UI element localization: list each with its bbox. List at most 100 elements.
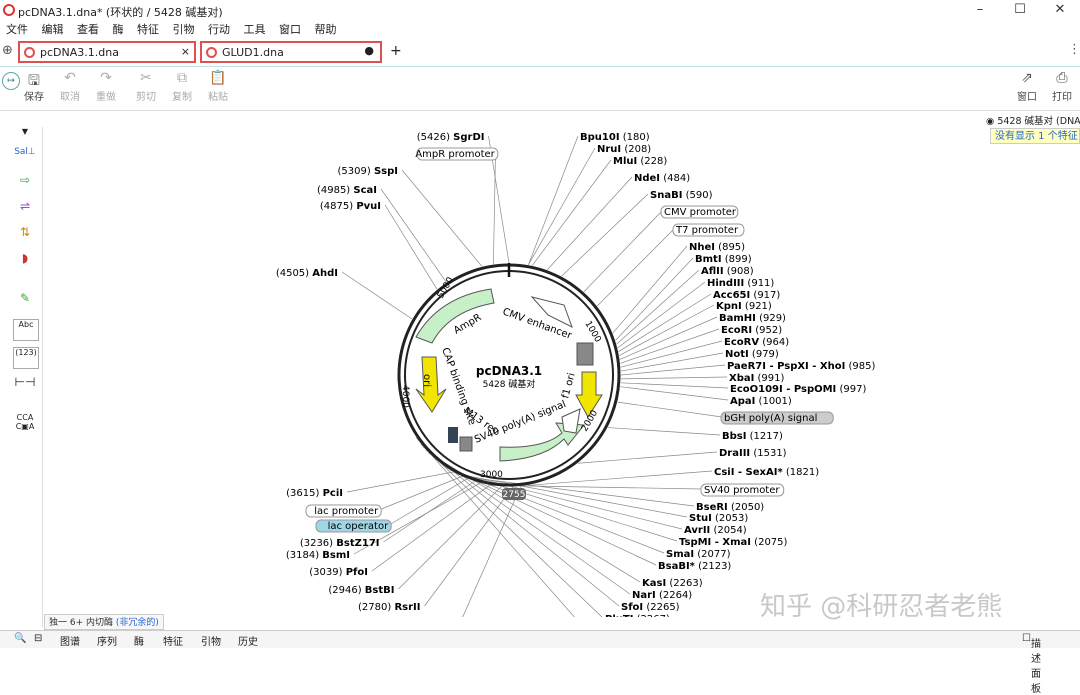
tab-features[interactable]: 特征 (163, 633, 183, 648)
enzyme-site-right[interactable]: NdeI (484) (634, 173, 690, 184)
enzyme-site-right[interactable]: TspMI - XmaI (2075) (679, 537, 788, 548)
enzyme-site-right[interactable]: SnaBI (590) (650, 190, 713, 201)
close-button[interactable]: ✕ (1040, 0, 1080, 22)
enzyme-site-left[interactable]: (5426) SgrDI (417, 132, 485, 143)
close-tab-icon[interactable]: × (181, 45, 190, 58)
feature-label-right[interactable]: bGH poly(A) signal (724, 413, 817, 424)
enzyme-site-left[interactable]: (2780) RsrII (358, 602, 420, 613)
enzyme-site-right[interactable]: AvrII (2054) (684, 525, 747, 536)
collapse-icon[interactable]: ▼ (13, 127, 37, 147)
enzyme-site-right[interactable]: AflII (908) (701, 266, 754, 277)
tab-primers[interactable]: 引物 (201, 633, 221, 648)
tab-sequence[interactable]: 序列 (97, 633, 117, 648)
enzyme-site-right[interactable]: NotI (979) (725, 349, 779, 360)
bp-count-icon[interactable]: (123) (13, 347, 39, 369)
print-button[interactable]: ⎙ 打印 (1044, 70, 1080, 103)
enzyme-site-right[interactable]: StuI (2053) (689, 513, 748, 524)
enzyme-site-right[interactable]: PaeR7I - PspXI - XhoI (985) (727, 361, 875, 372)
feature-label-right[interactable]: CMV promoter (664, 207, 737, 218)
enzyme-site-right[interactable]: SfoI (2265) (621, 602, 680, 613)
enzyme-site-left[interactable]: (3236) BstZ17I (300, 538, 380, 549)
description-panel-checkbox[interactable]: ☐ 描述面板 (1022, 633, 1041, 695)
feature-label-right[interactable]: SV40 promoter (704, 485, 780, 496)
overflow-icon[interactable]: ⋮ (1068, 42, 1080, 57)
arc-icon[interactable]: ◗ (13, 251, 37, 271)
enzyme-site-tool-icon[interactable]: Sal⊥ (13, 147, 37, 167)
enzyme-site-left[interactable]: (2946) BstBI (328, 585, 394, 596)
enzyme-site-right[interactable]: KpnI (921) (716, 301, 772, 312)
enzyme-site-right[interactable]: DraIII (1531) (719, 448, 787, 459)
menu-view[interactable]: 查看 (77, 22, 99, 38)
enzyme-site-right[interactable]: NarI (2264) (632, 590, 692, 601)
orf-icon[interactable]: ⇅ (13, 225, 37, 245)
text-label-icon[interactable]: Abc (13, 319, 39, 341)
copy-button[interactable]: ⧉ 复制 (164, 70, 200, 103)
menu-actions[interactable]: 行动 (208, 22, 230, 38)
save-button[interactable]: 🖫 保存 (16, 70, 52, 103)
enzyme-site-left[interactable]: (4505) AhdI (276, 268, 338, 279)
enzyme-site-left[interactable]: (3184) BsmI (286, 550, 350, 561)
feature-ampr-arrow[interactable] (415, 288, 495, 344)
menu-file[interactable]: 文件 (6, 22, 28, 38)
feature-label-left[interactable]: lac promoter (314, 506, 379, 517)
globe-icon[interactable]: ⊕ (2, 43, 13, 58)
tab-history[interactable]: 历史 (238, 633, 258, 648)
pencil-icon[interactable]: ✎ (13, 291, 37, 311)
window-button[interactable]: ⇗ 窗口 (1009, 70, 1045, 103)
enzyme-site-right[interactable]: EcoRV (964) (724, 337, 789, 348)
menu-primers[interactable]: 引物 (173, 22, 195, 38)
enzyme-site-right[interactable]: BsaBI* (2123) (658, 561, 731, 572)
tab-map[interactable]: 图谱 (60, 633, 80, 648)
enzyme-site-right[interactable]: BbsI (1217) (722, 431, 783, 442)
tab-enzymes[interactable]: 酶 (134, 633, 144, 648)
feature-cap-block[interactable] (459, 436, 473, 452)
minimize-button[interactable]: – (960, 0, 1000, 22)
sequence-icon[interactable]: CCA C▣A (13, 413, 37, 433)
enzyme-site-right[interactable]: EcoO109I - PspOMI (997) (730, 384, 866, 395)
feature-label-left[interactable]: AmpR promoter (415, 149, 495, 160)
enzyme-site-right[interactable]: XbaI (991) (729, 373, 785, 384)
plasmid-map-canvas[interactable]: 5000 1000 2000 3000 4000 CMV enhancer Am… (44, 127, 1080, 636)
enzyme-set-status[interactable]: 独一 6+ 内切酶 (非冗余的) (44, 614, 164, 630)
feature-arrow-icon[interactable]: ⇨ (13, 173, 37, 193)
feature-lac-block[interactable] (448, 427, 458, 443)
enzyme-site-left[interactable]: (4985) ScaI (317, 185, 377, 196)
enzyme-site-right[interactable]: BamHI (929) (719, 313, 786, 324)
enzyme-site-right[interactable]: Bpu10I (180) (580, 132, 650, 143)
enzyme-site-right[interactable]: BseRI (2050) (696, 502, 764, 513)
undo-button[interactable]: ↶ 取消 (52, 70, 88, 103)
feature-block-gray[interactable] (576, 342, 594, 366)
enzyme-site-right[interactable]: HindIII (911) (707, 278, 774, 289)
menu-features[interactable]: 特征 (137, 22, 159, 38)
feature-label-right[interactable]: T7 promoter (675, 225, 739, 236)
new-tab-button[interactable]: + (390, 43, 402, 59)
enzyme-site-left[interactable]: (4875) PvuI (320, 201, 381, 212)
tab-glud1[interactable]: GLUD1.dna ● (200, 41, 382, 63)
maximize-button[interactable]: ☐ (1000, 0, 1040, 22)
enzyme-site-right[interactable]: EcoRI (952) (721, 325, 782, 336)
enzyme-site-right[interactable]: NruI (208) (597, 144, 651, 155)
panel-icon[interactable]: ⊟ (34, 633, 42, 644)
menu-edit[interactable]: 编辑 (42, 22, 64, 38)
redo-button[interactable]: ↷ 重做 (88, 70, 124, 103)
enzyme-site-right[interactable]: Acc65I (917) (713, 290, 780, 301)
enzyme-site-right[interactable]: MluI (228) (613, 156, 667, 167)
enzyme-site-right[interactable]: BmtI (899) (695, 254, 752, 265)
unsaved-dot-icon[interactable]: ● (364, 44, 374, 57)
enzyme-site-right[interactable]: KasI (2263) (642, 578, 703, 589)
ruler-icon[interactable]: ⊢⊣ (13, 375, 37, 395)
menu-enzymes[interactable]: 酶 (113, 22, 124, 38)
paste-button[interactable]: 📋 粘贴 (200, 70, 236, 103)
menu-help[interactable]: 帮助 (315, 22, 337, 38)
enzyme-site-right[interactable]: NheI (895) (689, 242, 745, 253)
feature-label-left[interactable]: lac operator (328, 521, 389, 532)
tab-pcdna31[interactable]: pcDNA3.1.dna × (18, 41, 196, 63)
enzyme-site-right[interactable]: PluTI (2267) (605, 614, 670, 625)
enzyme-site-right[interactable]: SmaI (2077) (666, 549, 731, 560)
menu-window[interactable]: 窗口 (279, 22, 301, 38)
enzyme-site-left[interactable]: (5309) SspI (338, 166, 398, 177)
enzyme-site-right[interactable]: ApaI (1001) (730, 396, 792, 407)
enzyme-site-right[interactable]: CsiI - SexAI* (1821) (714, 467, 819, 478)
cut-button[interactable]: ✂ 剪切 (128, 70, 164, 103)
primer-icon[interactable]: ⇌ (13, 199, 37, 219)
